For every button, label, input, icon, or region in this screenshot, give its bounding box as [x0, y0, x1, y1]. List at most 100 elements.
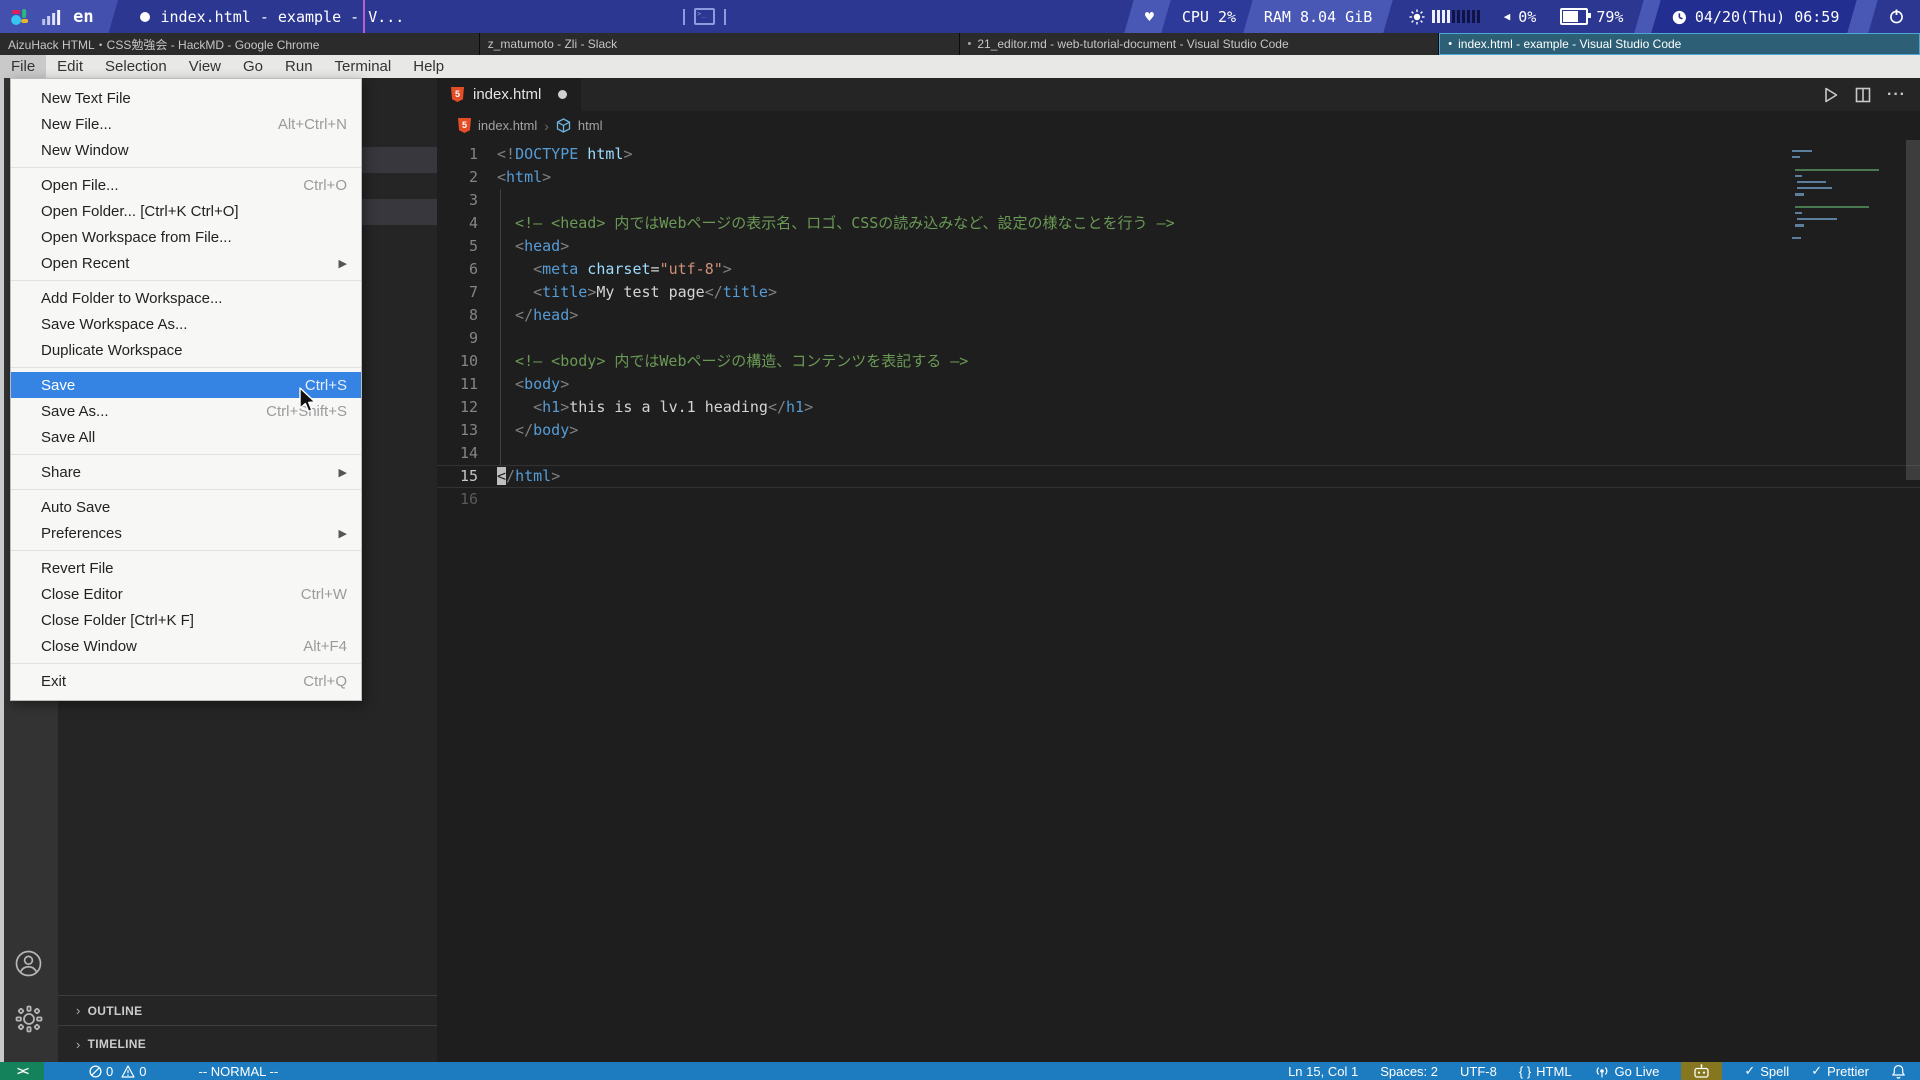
notifications-bell-icon[interactable]	[1891, 1064, 1906, 1079]
spell-checker-status[interactable]: ✓ Spell	[1744, 1063, 1789, 1079]
menubar-item-view[interactable]: View	[178, 55, 232, 78]
panel-separator	[363, 0, 365, 33]
taskbar-window-aizuhack-html-css[interactable]: AizuHack HTML・CSS勉強会 - HackMD - Google C…	[0, 33, 480, 55]
taskbar-window-z-matumoto-zli-s[interactable]: z_matumoto - Zli - Slack	[479, 33, 960, 55]
ram-segment: RAM 8.04 GiB	[1243, 0, 1394, 33]
menubar-item-help[interactable]: Help	[402, 55, 455, 78]
breadcrumb-file[interactable]: index.html	[478, 118, 537, 133]
menu-item-label: Duplicate Workspace	[41, 341, 183, 359]
menu-item-open-workspace-from-file[interactable]: Open Workspace from File...	[11, 224, 361, 250]
check-icon: ✓	[1811, 1063, 1823, 1078]
menu-item-share[interactable]: Share ▶	[11, 459, 361, 485]
menubar-item-edit[interactable]: Edit	[46, 55, 94, 78]
taskbar-window-21-editor-md-web-t[interactable]: • 21_editor.md - web-tutorial-document - …	[959, 33, 1440, 55]
unsaved-dot-icon[interactable]	[558, 90, 568, 99]
menu-item-new-file[interactable]: New File... Alt+Ctrl+N	[11, 111, 361, 137]
line-content: <body>	[497, 375, 570, 393]
submenu-arrow-icon: ▶	[338, 466, 347, 479]
menu-item-label: Close Folder [Ctrl+K F]	[41, 611, 194, 629]
minimap-line	[1794, 224, 1804, 227]
explorer-row-selected[interactable]	[362, 199, 437, 225]
settings-gear-icon[interactable]	[15, 1005, 43, 1033]
menu-item-open-folder-ctrl-k-ctrl-o[interactable]: Open Folder... [Ctrl+K Ctrl+O]	[11, 198, 361, 224]
cpu-segment: CPU 2%	[1161, 0, 1258, 33]
power-icon[interactable]	[1889, 9, 1904, 24]
volume-muted-icon[interactable]: ◀	[1504, 10, 1511, 23]
line-content: </body>	[497, 421, 579, 439]
network-signal-icon[interactable]	[42, 9, 62, 25]
desktop: en index.html - example - V... >_ ♥ CPU …	[0, 0, 1920, 1080]
outline-section-header[interactable]: › OUTLINE	[58, 995, 437, 1025]
menu-item-add-folder-to-workspace[interactable]: Add Folder to Workspace...	[11, 285, 361, 311]
line-number: 7	[468, 283, 478, 301]
tab-index-html[interactable]: 5 index.html	[437, 78, 582, 111]
explorer-row[interactable]	[362, 147, 437, 173]
go-live-button[interactable]: Go Live	[1594, 1063, 1659, 1079]
line-content: </head>	[497, 306, 579, 324]
menu-item-label: New Text File	[41, 89, 131, 107]
menubar-item-run[interactable]: Run	[274, 55, 324, 78]
menu-item-auto-save[interactable]: Auto Save	[11, 494, 361, 520]
menu-item-revert-file[interactable]: Revert File	[11, 555, 361, 581]
warning-icon	[121, 1064, 135, 1078]
window-buttons-bar: AizuHack HTML・CSS勉強会 - HackMD - Google C…	[0, 33, 1920, 55]
split-editor-button[interactable]	[1855, 87, 1871, 103]
code-line-6: 6 <meta charset="utf-8">	[437, 258, 1920, 281]
minimap[interactable]	[1792, 150, 1882, 410]
modified-dot-icon	[140, 11, 151, 22]
battery-icon	[1560, 8, 1592, 25]
run-button[interactable]	[1823, 87, 1839, 103]
terminal-tray-icon[interactable]: >_	[694, 8, 715, 25]
code-editor[interactable]: 1 <!DOCTYPE html> 2 <html> 3 4 <!— <head> 内では…	[437, 140, 1920, 1065]
code-line-16: 16	[437, 488, 1920, 511]
modified-dot-icon: •	[967, 38, 972, 50]
menu-item-new-text-file[interactable]: New Text File	[11, 85, 361, 111]
code-line-9: 9	[437, 327, 1920, 350]
menubar-item-selection[interactable]: Selection	[94, 55, 178, 78]
menubar-item-go[interactable]: Go	[232, 55, 274, 78]
editor-scrollbar[interactable]	[1906, 140, 1920, 480]
menu-item-close-folder-ctrl-k-f[interactable]: Close Folder [Ctrl+K F]	[11, 607, 361, 633]
taskbar-window-index-html-example[interactable]: • index.html - example - Visual Studio Co…	[1439, 33, 1920, 55]
clock[interactable]: 04/20(Thu) 06:59	[1695, 8, 1840, 26]
menu-item-label: Close Editor	[41, 585, 123, 603]
brightness-meter[interactable]	[1431, 10, 1480, 23]
robot-extension-button[interactable]	[1681, 1062, 1723, 1080]
timeline-section-header[interactable]: › TIMELINE	[58, 1025, 437, 1062]
minimap-line	[1797, 187, 1833, 190]
menu-item-label: Save All	[41, 428, 96, 446]
menu-item-save-all[interactable]: Save All	[11, 424, 361, 450]
menu-item-open-recent[interactable]: Open Recent ▶	[11, 250, 361, 276]
menubar-item-terminal[interactable]: Terminal	[324, 55, 403, 78]
menu-item-exit[interactable]: Exit Ctrl+Q	[11, 668, 361, 694]
cursor-position[interactable]: Ln 15, Col 1	[1288, 1064, 1358, 1079]
menu-item-duplicate-workspace[interactable]: Duplicate Workspace	[11, 337, 361, 363]
menu-item-save-workspace-as[interactable]: Save Workspace As...	[11, 311, 361, 337]
submenu-arrow-icon: ▶	[338, 527, 347, 540]
vim-mode-indicator[interactable]: -- NORMAL --	[198, 1064, 278, 1079]
remote-indicator[interactable]: ><	[0, 1062, 45, 1080]
slack-app-icon[interactable]	[9, 6, 31, 28]
language-mode[interactable]: { } HTML	[1519, 1064, 1572, 1079]
html5-file-icon: 5	[458, 118, 471, 133]
menu-item-close-window[interactable]: Close Window Alt+F4	[11, 633, 361, 659]
menu-item-open-file[interactable]: Open File... Ctrl+O	[11, 172, 361, 198]
menu-item-label: New Window	[41, 141, 129, 159]
accounts-icon[interactable]	[15, 950, 42, 977]
html5-file-icon: 5	[451, 87, 464, 102]
indentation-status[interactable]: Spaces: 2	[1380, 1064, 1438, 1079]
brightness-volume-battery-group: ◀ 0% 79%	[1389, 0, 1644, 33]
encoding-status[interactable]: UTF-8	[1460, 1064, 1497, 1079]
keyboard-layout-indicator[interactable]: en	[73, 7, 93, 27]
menu-separator	[11, 663, 361, 664]
menu-item-close-editor[interactable]: Close Editor Ctrl+W	[11, 581, 361, 607]
menu-item-new-window[interactable]: New Window	[11, 137, 361, 163]
problems-status[interactable]: 0 0	[89, 1064, 146, 1079]
more-actions-button[interactable]: ···	[1887, 86, 1906, 104]
breadcrumb-symbol[interactable]: html	[578, 118, 603, 133]
menubar-item-file[interactable]: File	[0, 55, 47, 78]
line-number: 1	[468, 145, 478, 163]
menu-separator	[11, 454, 361, 455]
prettier-status[interactable]: ✓ Prettier	[1811, 1063, 1869, 1079]
menu-item-preferences[interactable]: Preferences ▶	[11, 520, 361, 546]
